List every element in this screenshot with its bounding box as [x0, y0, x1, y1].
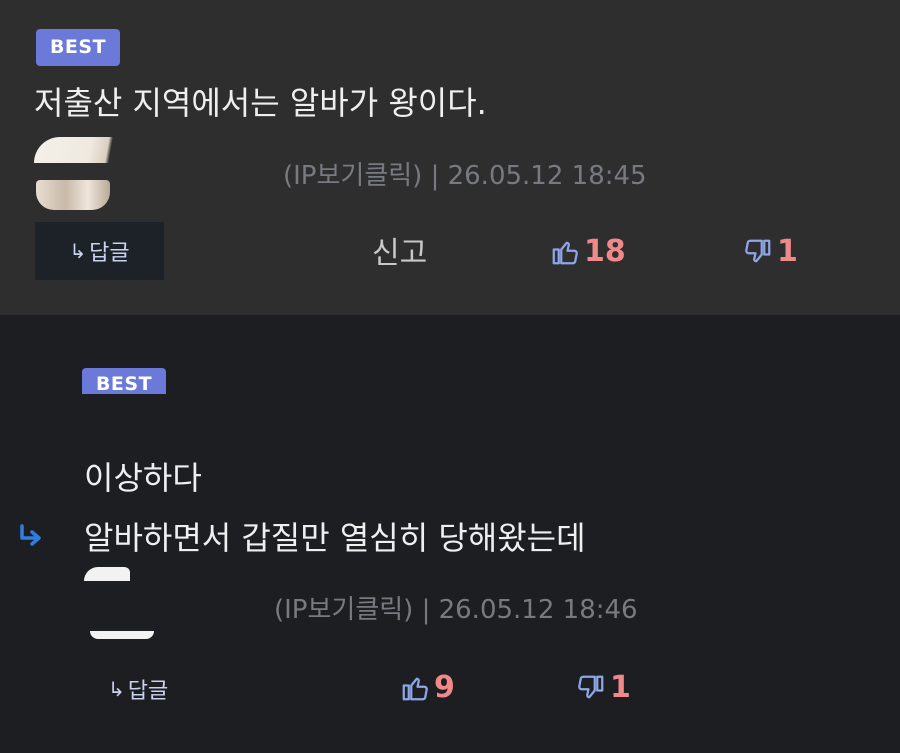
comment-text-line-2: 알바하면서 갑질만 열심히 당해왔는데	[84, 519, 586, 557]
comment-best-2: BEST 이상하다 알바하면서 갑질만 열심히 당해왔는데 (IP보기클릭) |…	[0, 315, 900, 753]
like-button[interactable]: 9	[400, 670, 455, 705]
best-badge: BEST	[82, 368, 166, 394]
reply-small-arrow-icon: ↳	[69, 239, 87, 263]
reply-small-arrow-icon: ↳	[108, 677, 125, 701]
report-button[interactable]: 신고	[372, 228, 427, 272]
like-button[interactable]: 18	[550, 234, 626, 269]
avatar-lower	[36, 180, 110, 210]
dislike-button[interactable]: 1	[576, 670, 631, 705]
reply-label: 답글	[127, 679, 169, 704]
comment-best-1: BEST 저출산 지역에서는 알바가 왕이다. (IP보기클릭) | 26.05…	[0, 0, 900, 315]
thumbs-up-icon	[402, 677, 428, 700]
reply-label: 답글	[89, 241, 130, 266]
best-badge: BEST	[36, 29, 120, 66]
thumbs-down-icon	[745, 239, 771, 262]
avatar-lower	[90, 631, 154, 639]
thumbs-down-icon	[578, 675, 604, 698]
reply-button[interactable]: ↳ 답글	[35, 222, 164, 280]
thumbs-up-icon	[552, 241, 578, 264]
like-count: 9	[434, 670, 455, 705]
reply-button[interactable]: ↳ 답글	[108, 669, 168, 709]
like-count: 18	[584, 234, 626, 269]
avatar	[34, 137, 126, 163]
avatar	[84, 567, 130, 581]
comment-text-line-1: 이상하다	[84, 459, 202, 497]
dislike-count: 1	[610, 670, 631, 705]
dislike-count: 1	[777, 234, 798, 269]
dislike-button[interactable]: 1	[743, 234, 798, 269]
comment-meta[interactable]: (IP보기클릭) | 26.05.12 18:45	[283, 155, 647, 192]
reply-arrow-icon	[20, 524, 41, 546]
comment-meta[interactable]: (IP보기클릭) | 26.05.12 18:46	[274, 589, 638, 626]
comment-text: 저출산 지역에서는 알바가 왕이다.	[34, 84, 487, 122]
